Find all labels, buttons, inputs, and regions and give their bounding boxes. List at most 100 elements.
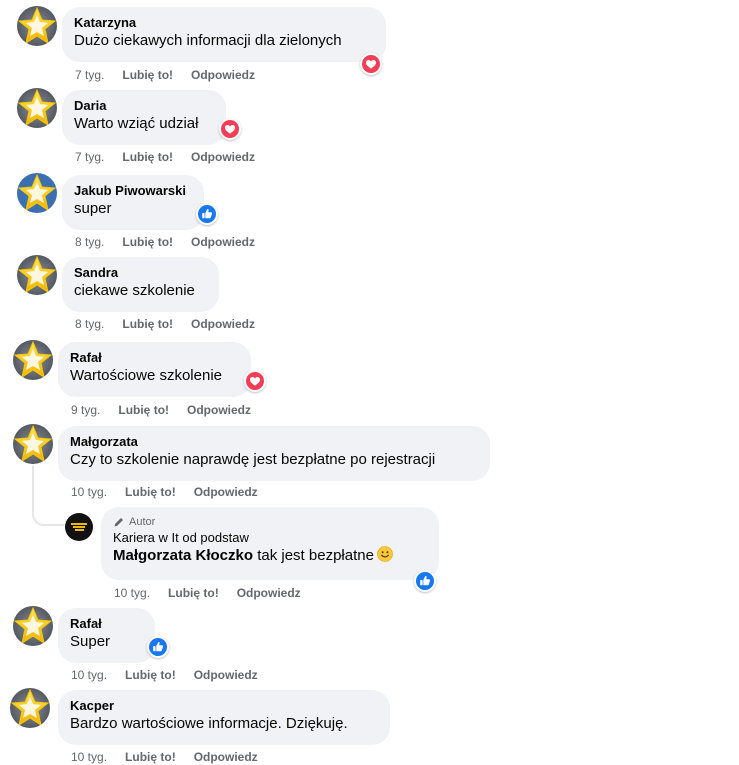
comment-actions: 7 tyg. Lubię to! Odpowiedz [75,68,273,82]
avatar[interactable] [17,255,57,295]
reply-link[interactable]: Odpowiedz [187,403,251,417]
comment-time[interactable]: 9 tyg. [71,403,100,417]
comment-text: Bardzo wartościowe informacje. Dziękuję. [70,715,348,732]
comment-actions: 7 tyg. Lubię to! Odpowiedz [75,150,273,164]
reply-actions: 10 tyg. Lubię to! Odpowiedz [114,586,319,600]
like-icon [416,572,434,590]
like-link[interactable]: Lubię to! [168,586,219,600]
comment-time[interactable]: 7 tyg. [75,150,104,164]
comment-author[interactable]: Sandra [74,265,207,281]
love-icon [221,120,239,138]
author-badge: Autor [113,515,427,529]
author-badge-label: Autor [129,516,156,528]
avatar[interactable] [10,688,50,728]
comment-text: Super [70,633,111,650]
comment-actions: 8 tyg. Lubię to! Odpowiedz [75,235,273,249]
comment-actions: 8 tyg. Lubię to! Odpowiedz [75,317,273,331]
reply-text: Małgorzata Kłoczko tak jest bezpłatne [113,546,427,566]
star-avatar-icon [17,88,57,128]
like-link[interactable]: Lubię to! [118,403,169,417]
avatar[interactable] [13,340,53,380]
comment-actions: 10 tyg. Lubię to! Odpowiedz [71,485,276,499]
comment-author[interactable]: Małgorzata [70,434,478,450]
comment-text: Warto wziąć udział [74,115,199,132]
like-link[interactable]: Lubię to! [122,68,173,82]
star-avatar-icon [13,340,53,380]
like-icon [149,638,167,656]
comment-author[interactable]: Jakub Piwowarski [74,183,192,199]
comment-time[interactable]: 10 tyg. [114,586,150,600]
reply-link[interactable]: Odpowiedz [194,668,258,682]
reaction-badge[interactable] [147,636,169,658]
comment-bubble: Rafał Wartościowe szkolenie [58,342,251,397]
like-link[interactable]: Lubię to! [122,235,173,249]
comment-text: Czy to szkolenie naprawdę jest bezpłatne… [70,451,436,468]
comment-time[interactable]: 8 tyg. [75,235,104,249]
like-link[interactable]: Lubię to! [125,485,176,499]
thread-connector [32,466,64,526]
avatar[interactable] [17,173,57,213]
star-avatar-icon [13,424,53,464]
smile-emoji-icon [377,546,393,562]
comment-time[interactable]: 10 tyg. [71,485,107,499]
reaction-badge[interactable] [219,118,241,140]
comment-text: super [74,200,112,217]
comment-bubble: Sandra ciekawe szkolenie [62,257,219,312]
like-icon [198,205,216,223]
pencil-icon [114,518,123,527]
love-icon [246,372,264,390]
love-icon [362,55,380,73]
page-logo-icon [71,523,87,531]
comment-actions: 10 tyg. Lubię to! Odpowiedz [71,668,276,682]
reply-link[interactable]: Odpowiedz [191,150,255,164]
reply-bubble: Autor Kariera w It od podstaw Małgorzata… [101,507,439,580]
reply-link[interactable]: Odpowiedz [237,586,301,600]
reaction-badge[interactable] [244,370,266,392]
like-link[interactable]: Lubię to! [122,317,173,331]
comment-author[interactable]: Daria [74,98,214,114]
reaction-badge[interactable] [414,570,436,592]
page-avatar[interactable] [65,513,93,541]
reaction-badge[interactable] [360,53,382,75]
reply-message: tak jest bezpłatne [257,547,374,564]
comment-text: Wartościowe szkolenie [70,367,222,384]
avatar[interactable] [13,606,53,646]
comment-time[interactable]: 7 tyg. [75,68,104,82]
reply-author[interactable]: Kariera w It od podstaw [113,529,427,546]
comment-bubble: Małgorzata Czy to szkolenie naprawdę jes… [58,426,490,481]
comment-actions: 10 tyg. Lubię to! Odpowiedz [71,750,276,764]
star-avatar-icon [10,688,50,728]
avatar[interactable] [13,424,53,464]
mention-link[interactable]: Małgorzata Kłoczko [113,547,253,564]
comment-author[interactable]: Rafał [70,350,239,366]
reaction-badge[interactable] [196,203,218,225]
reply-link[interactable]: Odpowiedz [191,317,255,331]
comment-author[interactable]: Rafał [70,616,143,632]
star-avatar-icon [17,173,57,213]
reply-link[interactable]: Odpowiedz [194,750,258,764]
comment-time[interactable]: 10 tyg. [71,668,107,682]
comment-author[interactable]: Katarzyna [74,15,374,31]
reply-link[interactable]: Odpowiedz [194,485,258,499]
like-link[interactable]: Lubię to! [125,750,176,764]
comment-text: ciekawe szkolenie [74,282,195,299]
star-avatar-icon [17,255,57,295]
like-link[interactable]: Lubię to! [122,150,173,164]
reply-link[interactable]: Odpowiedz [191,235,255,249]
comment-bubble: Rafał Super [58,608,155,663]
comment-actions: 9 tyg. Lubię to! Odpowiedz [71,403,269,417]
avatar[interactable] [17,88,57,128]
comment-bubble: Jakub Piwowarski super [62,175,204,230]
comment-time[interactable]: 8 tyg. [75,317,104,331]
like-link[interactable]: Lubię to! [125,668,176,682]
comment-text: Dużo ciekawych informacji dla zielonych [74,32,342,49]
reply-link[interactable]: Odpowiedz [191,68,255,82]
comment-bubble: Daria Warto wziąć udział [62,90,226,145]
comment-bubble: Kacper Bardzo wartościowe informacje. Dz… [58,690,390,745]
avatar[interactable] [17,6,57,46]
comment-author[interactable]: Kacper [70,698,378,714]
star-avatar-icon [13,606,53,646]
star-avatar-icon [17,6,57,46]
comment-bubble: Katarzyna Dużo ciekawych informacji dla … [62,7,386,62]
comment-time[interactable]: 10 tyg. [71,750,107,764]
